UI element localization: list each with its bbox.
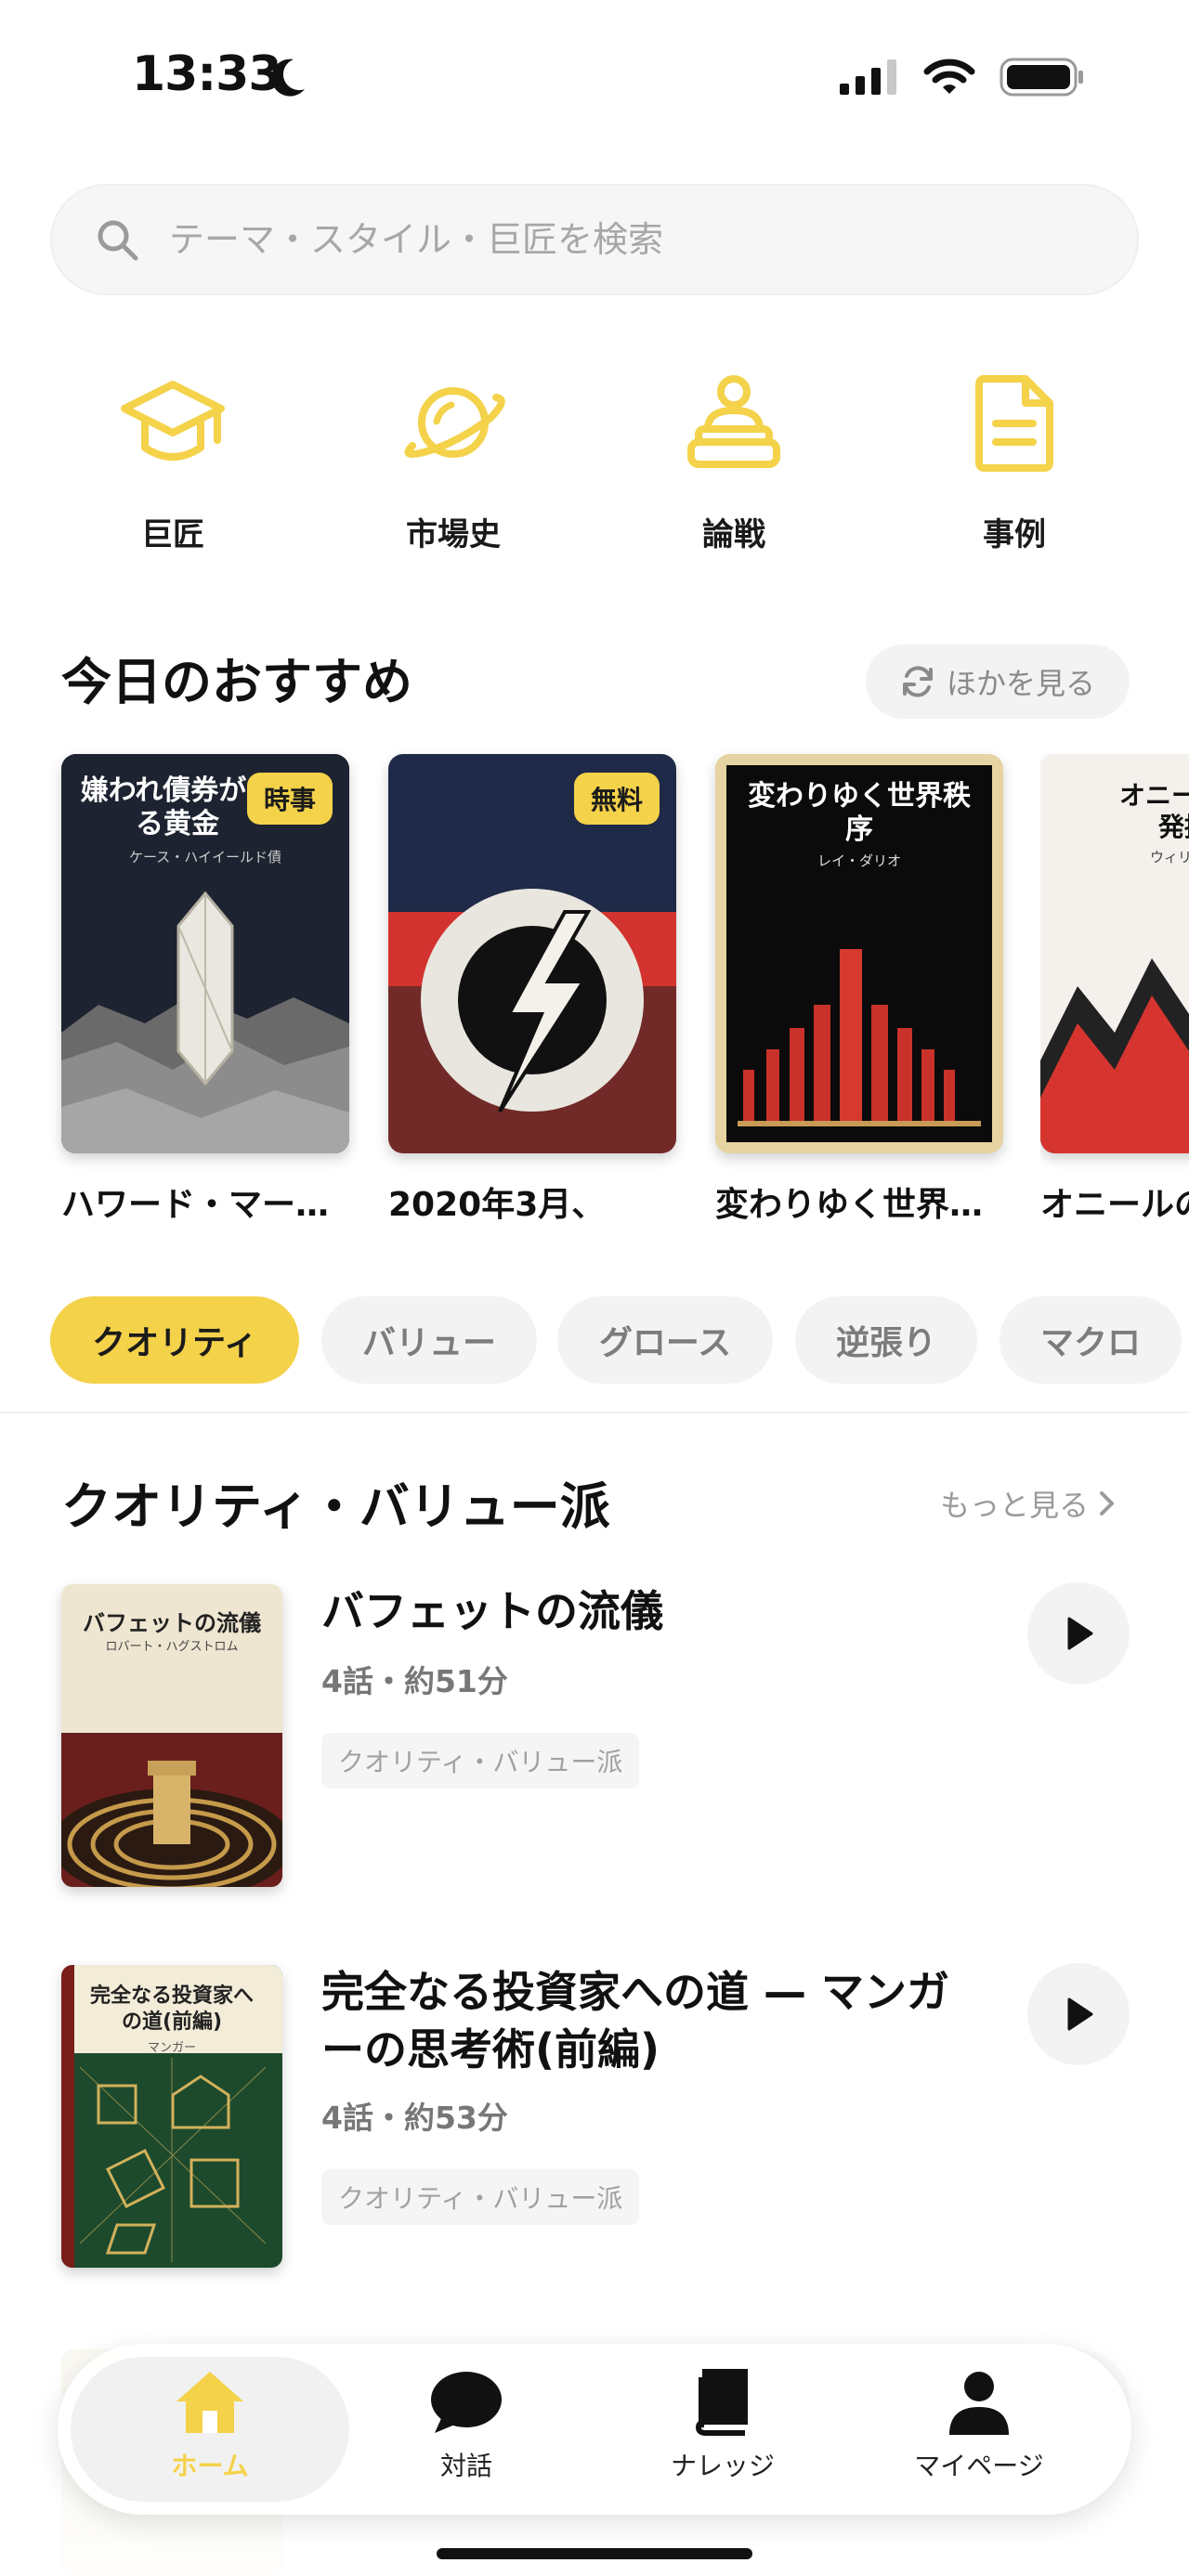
filter-chip-value[interactable]: バリュー	[321, 1296, 537, 1384]
search-input[interactable]	[167, 218, 1100, 261]
nav-label: ナレッジ	[670, 2451, 775, 2481]
wifi-icon	[923, 59, 975, 94]
status-badge: 無料	[573, 773, 660, 825]
status-icons	[840, 58, 1085, 97]
item-meta: 4話・約53分	[321, 2100, 508, 2136]
nav-item-home[interactable]: ホーム	[117, 2368, 303, 2483]
podium-icon	[687, 375, 780, 468]
category-label: 巨匠	[141, 516, 204, 553]
filter-chip-quality[interactable]: クオリティ	[50, 1296, 299, 1384]
filter-chip-contrarian[interactable]: 逆張り	[795, 1296, 977, 1384]
play-button[interactable]	[1027, 1963, 1130, 2065]
document-icon	[975, 375, 1053, 472]
status-time: 13:33	[132, 46, 282, 102]
play-icon	[1067, 1997, 1093, 2031]
item-title[interactable]: 完全なる投資家への道 — マンガーの思考術(前編)	[321, 1963, 972, 2078]
recommend-title: 今日のおすすめ	[61, 653, 412, 711]
play-button[interactable]	[1027, 1582, 1130, 1685]
home-indicator	[437, 2548, 752, 2559]
nav-item-chat[interactable]: 対話	[373, 2368, 559, 2483]
search-bar[interactable]	[50, 184, 1139, 295]
category-market-history[interactable]: 市場史	[351, 371, 555, 554]
item-tag: クオリティ・バリュー派	[321, 1733, 640, 1789]
nav-item-mypage[interactable]: マイページ	[886, 2368, 1072, 2483]
nav-label: マイページ	[914, 2451, 1044, 2481]
cover-title: 変わりゆく世界秩 序	[748, 780, 971, 846]
category-label: 論戦	[702, 516, 765, 553]
cover-author: マンガー	[147, 2041, 196, 2055]
cover-author: ケース・ハイイールド債	[129, 849, 281, 865]
cover-author: レイ・ダリオ	[817, 852, 901, 869]
item-cover[interactable]: バフェットの流儀 ロバート・ハグストロム	[61, 1584, 282, 1887]
item-tag: クオリティ・バリュー派	[321, 2169, 640, 2225]
moon-icon	[271, 59, 305, 97]
more-link-label: もっと見る	[940, 1488, 1090, 1523]
refresh-label: ほかを見る	[946, 666, 1095, 701]
book-cover: オニールの 発掘 ウィリアム	[1040, 754, 1189, 1153]
chevron-right-icon	[1100, 1491, 1115, 1516]
play-icon	[1067, 1617, 1093, 1650]
cover-author: ウィリアム	[1150, 849, 1189, 865]
category-masters[interactable]: 巨匠	[71, 371, 275, 554]
filter-chip-growth[interactable]: グロース	[557, 1296, 773, 1384]
more-link[interactable]: もっと見る	[940, 1482, 1117, 1525]
card-title: ハワード・マークス	[61, 1186, 349, 1224]
filter-chip-macro[interactable]: マクロ	[1000, 1296, 1182, 1384]
card-title: 変わりゆく世界秩序	[715, 1186, 1003, 1224]
item-meta: 4話・約51分	[321, 1663, 508, 1699]
signal-icon	[840, 59, 896, 95]
item-title[interactable]: バフェットの流儀	[321, 1582, 972, 1640]
category-label: 市場史	[406, 516, 501, 553]
book-icon	[695, 2369, 748, 2436]
status-badge: 時事	[246, 773, 333, 825]
book-cover: 変わりゆく世界秩 序 レイ・ダリオ	[715, 754, 1003, 1153]
book-cover: 無料	[388, 754, 676, 1153]
planet-icon	[404, 387, 505, 458]
book-card[interactable]: オニールの 発掘 ウィリアム オニールの	[1040, 754, 1189, 1226]
section-title: クオリティ・バリュー派	[61, 1477, 610, 1536]
search-icon	[98, 220, 138, 261]
cover-title: オニールの 発掘	[1118, 780, 1189, 842]
category-label: 事例	[983, 516, 1046, 553]
nav-label: 対話	[439, 2451, 492, 2481]
category-debate[interactable]: 論戦	[632, 371, 836, 554]
book-card[interactable]: 無料 2020年3月、	[388, 754, 676, 1226]
book-card[interactable]: 変わりゆく世界秩 序 レイ・ダリオ 変わりゆく世界秩序	[715, 754, 1003, 1226]
nav-label: ホーム	[171, 2451, 249, 2481]
cover-title: 完全なる投資家へ の道(前編)	[89, 1984, 254, 2034]
chat-bubble-icon	[431, 2372, 502, 2433]
card-title: オニールの	[1040, 1186, 1189, 1224]
nav-item-knowledge[interactable]: ナレッジ	[630, 2368, 816, 2483]
person-icon	[949, 2372, 1009, 2435]
home-icon	[176, 2372, 243, 2433]
divider	[0, 1412, 1189, 1413]
book-card[interactable]: 嫌われ債券が生 る黄金 ケース・ハイイールド債 時事 ハワード・マークス	[61, 754, 349, 1226]
card-title: 2020年3月、	[388, 1186, 606, 1224]
refresh-icon	[902, 666, 933, 697]
cover-author: ロバート・ハグストロム	[105, 1640, 239, 1654]
graduation-cap-icon	[121, 381, 225, 461]
category-cases[interactable]: 事例	[912, 371, 1117, 554]
cover-title: バフェットの流儀	[83, 1610, 261, 1636]
bottom-nav: ホーム 対話 ナレッジ マイページ	[58, 2344, 1131, 2515]
battery-icon	[1000, 58, 1083, 97]
book-cover: 嫌われ債券が生 る黄金 ケース・ハイイールド債 時事	[61, 754, 349, 1153]
refresh-button[interactable]: ほかを見る	[866, 644, 1130, 719]
item-cover[interactable]: 完全なる投資家へ の道(前編) マンガー	[61, 1965, 282, 2268]
